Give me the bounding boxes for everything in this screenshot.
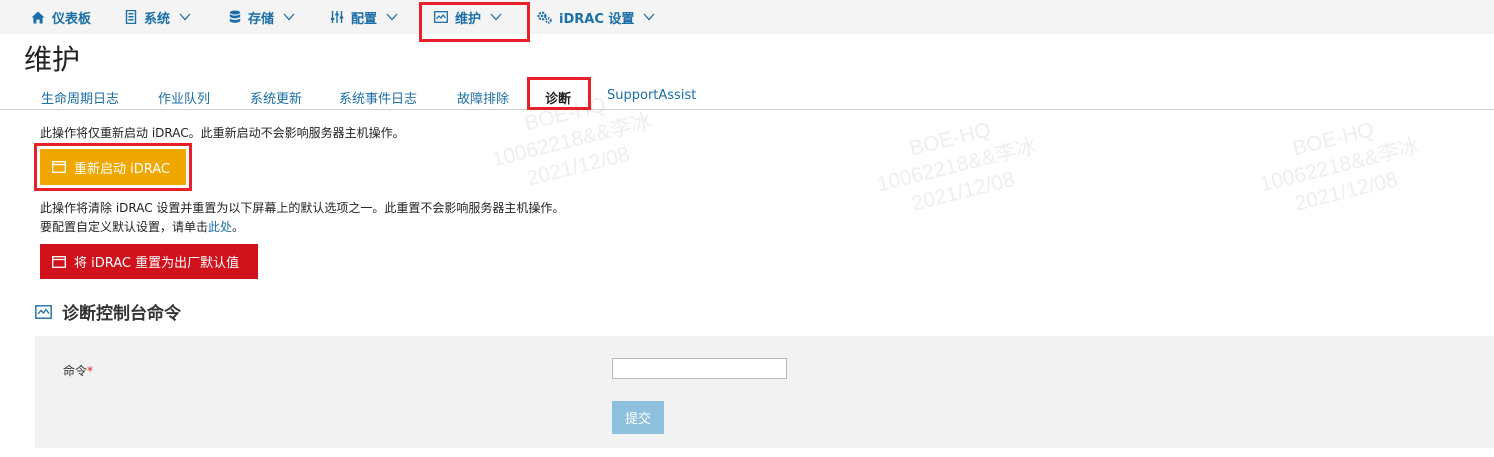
server-icon (125, 10, 137, 24)
restart-idrac-button-label: 重新启动 iDRAC (74, 161, 171, 177)
chevron-down-icon (179, 13, 191, 21)
restart-description: 此操作将仅重新启动 iDRAC。此重新启动不会影响服务器主机操作。 (40, 126, 405, 140)
watermark-line: 10062218&&李冰 (1257, 134, 1422, 197)
nav-label: 存储 (248, 11, 275, 27)
window-icon (52, 255, 66, 268)
tab-troubleshooting[interactable]: 故障排除 (457, 88, 509, 107)
chevron-down-icon (283, 13, 295, 21)
custom-defaults-link[interactable]: 此处 (208, 220, 232, 234)
watermark-line: 2021/12/08 (909, 167, 1018, 216)
nav-storage[interactable]: 存储 (229, 0, 295, 34)
gears-icon (537, 11, 552, 24)
watermark: BOE-HQ 10062218&&李冰 2021/12/08 (1251, 106, 1429, 224)
watermark-line: 2021/12/08 (524, 142, 633, 191)
tab-bar: 生命周期日志 作业队列 系统更新 系统事件日志 故障排除 诊断 SupportA… (0, 82, 1494, 110)
custom-defaults-suffix: 。 (232, 220, 245, 234)
restart-idrac-button[interactable]: 重新启动 iDRAC (40, 149, 186, 185)
watermark: BOE-HQ 10062218&&李冰 2021/12/08 (868, 106, 1046, 224)
nav-label: 维护 (455, 11, 482, 27)
reset-factory-defaults-label: 将 iDRAC 重置为出厂默认值 (74, 256, 240, 271)
section-title: 诊断控制台命令 (62, 304, 181, 324)
nav-dashboard[interactable]: 仪表板 (31, 0, 91, 34)
watermark-line: 2021/12/08 (1292, 167, 1401, 216)
diagnostics-section-header: 诊断控制台命令 (35, 299, 181, 324)
home-icon (31, 11, 45, 23)
diagnostics-console-panel: 命令* 提交 (35, 336, 1494, 448)
nav-configuration[interactable]: 配置 (330, 0, 398, 34)
custom-defaults-prefix: 要配置自定义默认设置，请单击 (40, 220, 209, 234)
command-label: 命令* (63, 362, 93, 379)
submit-button[interactable]: 提交 (612, 401, 664, 434)
chevron-down-icon (490, 13, 502, 21)
nav-label: 仪表板 (52, 11, 92, 27)
window-icon (52, 161, 66, 173)
reset-description: 此操作将清除 iDRAC 设置并重置为以下屏幕上的默认选项之一。此重置不会影响服… (40, 201, 565, 215)
tab-diagnostics[interactable]: 诊断 (545, 88, 571, 107)
tab-system-event-log[interactable]: 系统事件日志 (339, 88, 417, 107)
watermark-line: 10062218&&李冰 (874, 134, 1039, 197)
maintenance-icon (434, 11, 448, 23)
watermark-line: 10062218&&李冰 (489, 109, 654, 172)
nav-label: 配置 (351, 11, 378, 27)
tab-job-queue[interactable]: 作业队列 (158, 88, 210, 107)
top-nav: 仪表板 系统 存储 配置 维护 iDRAC 设置 (0, 0, 1494, 34)
command-input[interactable] (612, 358, 787, 379)
tab-system-update[interactable]: 系统更新 (250, 88, 302, 107)
console-monitor-icon (35, 304, 52, 319)
watermark-line: BOE-HQ (907, 118, 994, 161)
database-icon (229, 10, 241, 23)
nav-label: 系统 (144, 11, 171, 27)
chevron-down-icon (643, 13, 655, 21)
custom-defaults-text: 要配置自定义默认设置，请单击此处。 (40, 218, 244, 235)
tab-lifecycle-log[interactable]: 生命周期日志 (41, 88, 119, 107)
required-marker: * (87, 364, 94, 378)
sliders-icon (330, 11, 344, 23)
nav-label: iDRAC 设置 (559, 11, 635, 27)
watermark-line: BOE-HQ (1290, 118, 1377, 161)
nav-idrac-settings[interactable]: iDRAC 设置 (537, 0, 655, 34)
command-label-text: 命令 (63, 364, 88, 378)
nav-system[interactable]: 系统 (125, 0, 191, 34)
reset-factory-defaults-button[interactable]: 将 iDRAC 重置为出厂默认值 (40, 244, 258, 279)
tab-supportassist[interactable]: SupportAssist (607, 88, 696, 103)
page-title: 维护 (24, 43, 81, 76)
nav-maintenance[interactable]: 维护 (434, 0, 502, 34)
chevron-down-icon (386, 13, 398, 21)
